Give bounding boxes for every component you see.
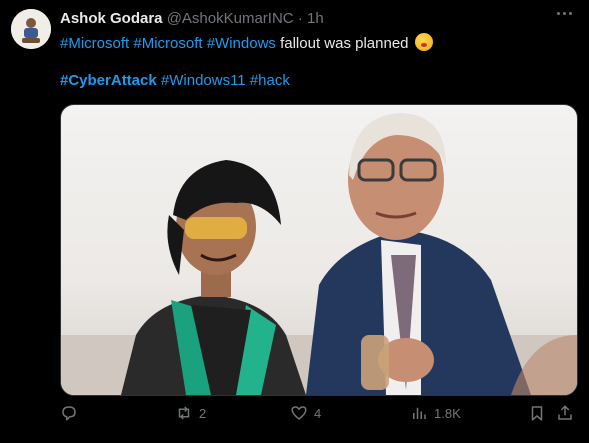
share-button[interactable] bbox=[556, 404, 574, 422]
views-button[interactable]: 1.8K bbox=[410, 404, 461, 422]
repost-icon bbox=[178, 406, 190, 420]
hashtag-link[interactable]: #CyberAttack bbox=[60, 72, 157, 89]
like-icon bbox=[291, 406, 307, 420]
more-icon[interactable] bbox=[557, 12, 575, 18]
reply-icon bbox=[62, 406, 76, 421]
post-photo[interactable] bbox=[60, 104, 578, 396]
hashtag-link[interactable]: #hack bbox=[250, 72, 290, 89]
post-text-line2: #CyberAttack #Windows11 #hack bbox=[60, 72, 290, 89]
repost-count: 2 bbox=[199, 405, 207, 421]
share-icon bbox=[558, 405, 572, 420]
author-handle[interactable]: @AshokKumarINC bbox=[167, 10, 294, 27]
views-icon bbox=[413, 407, 426, 419]
like-count: 4 bbox=[314, 405, 322, 421]
bookmark-icon bbox=[531, 406, 543, 421]
post-text-line1: #Microsoft #Microsoft #Windows fallout w… bbox=[60, 33, 433, 52]
reply-button[interactable] bbox=[60, 404, 84, 422]
hashtag-link[interactable]: #Windows11 bbox=[161, 72, 246, 89]
bookmark-button[interactable] bbox=[528, 404, 546, 422]
post-text: fallout was planned bbox=[275, 35, 413, 52]
hashtag-link[interactable]: #Microsoft bbox=[133, 35, 202, 52]
repost-button[interactable]: 2 bbox=[175, 404, 206, 422]
post-actions: 2 4 1.8K bbox=[60, 404, 580, 430]
views-count: 1.8K bbox=[434, 405, 461, 421]
separator: · bbox=[293, 10, 307, 27]
post-time[interactable]: 1h bbox=[307, 10, 324, 27]
hashtag-link[interactable]: #Microsoft bbox=[60, 35, 129, 52]
author-name[interactable]: Ashok Godara bbox=[60, 10, 163, 27]
post-header: Ashok Godara @AshokKumarINC · 1h bbox=[60, 10, 324, 27]
like-button[interactable]: 4 bbox=[290, 404, 321, 422]
blushing-emoji-icon bbox=[414, 33, 433, 51]
hashtag-link[interactable]: #Windows bbox=[207, 35, 276, 52]
avatar[interactable] bbox=[11, 9, 51, 49]
